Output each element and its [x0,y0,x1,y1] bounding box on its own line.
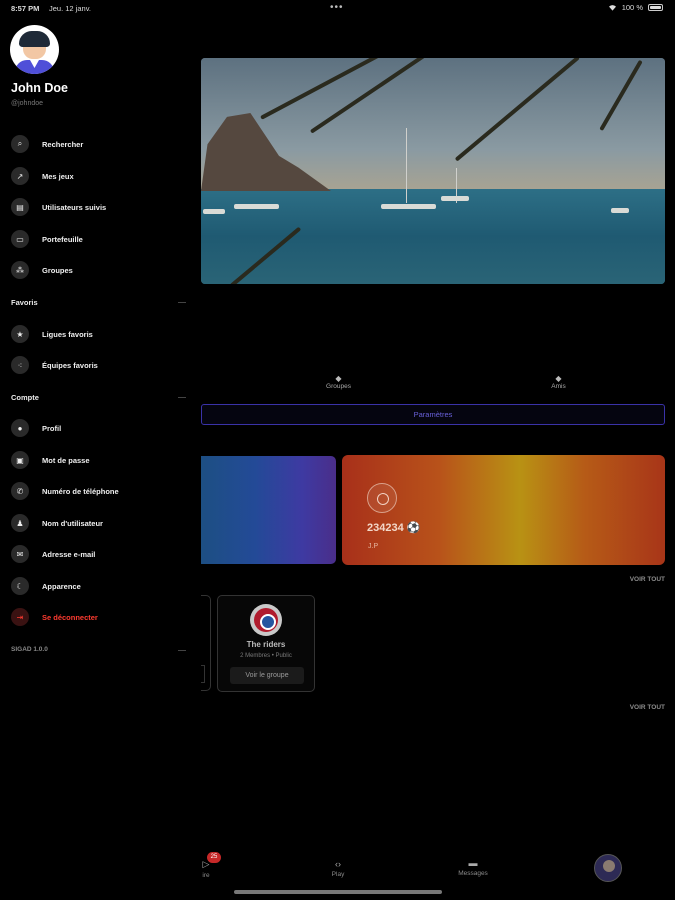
group-name: The riders [246,640,286,649]
nav-item-play[interactable]: ‹› Play [318,859,358,878]
tab-groupes[interactable]: ◆ Groupes [311,374,366,390]
collapse-icon[interactable] [178,397,186,398]
menu-item-portefeuille[interactable]: ▭ Portefeuille [11,230,83,248]
user-name: John Doe [11,81,68,95]
soccer-ball-icon: ⚽ [406,522,421,534]
menu-item-mes-jeux[interactable]: ↗ Mes jeux [11,167,74,185]
multitasking-dots-icon[interactable]: ••• [330,2,344,13]
menu-item-se-deconnecter[interactable]: ⇥ Se déconnecter [11,608,98,626]
side-drawer: John Doe @johndoe ⌕ Rechercher ↗ Mes jeu… [0,0,196,900]
status-bar: 8:57 PM Jeu. 12 janv. ••• 100 % [0,0,675,16]
menu-item-nom-utilisateur[interactable]: ♟ Nom d'utilisateur [11,514,103,532]
home-indicator[interactable] [234,890,442,894]
nav-profile-avatar[interactable] [594,854,622,882]
profile-icon: ● [11,419,29,437]
menu-item-mot-de-passe[interactable]: ▣ Mot de passe [11,451,90,469]
diamond-icon: ◆ [335,374,342,383]
status-date: Jeu. 12 janv. [49,4,91,13]
wifi-icon [608,5,616,11]
voir-tout-link-wallets[interactable]: VOIR TOUT [630,576,665,583]
cover-image [201,58,665,284]
trend-icon: ↗ [11,167,29,185]
menu-item-apparence[interactable]: ☾ Apparence [11,577,81,595]
tab-amis[interactable]: ◆ Amis [531,374,586,390]
wallet-card[interactable]: 234234 ⚽ J.P [342,455,665,565]
menu-item-adresse-email[interactable]: ✉ Adresse e-mail [11,545,95,563]
battery-icon [648,4,663,11]
lock-icon: ▣ [11,451,29,469]
notification-badge: 25 [207,852,221,863]
card-chip-icon [367,483,397,513]
wallet-card-owner: J.P [368,543,379,550]
menu-item-groupes[interactable]: ⁂ Groupes [11,261,73,279]
user-handle: @johndoe [11,100,44,107]
status-right: 100 % [608,3,663,12]
collapse-icon[interactable] [178,302,186,303]
chat-icon: ▬ [468,858,478,868]
star-icon: ★ [11,325,29,343]
users-followed-icon: ▤ [11,198,29,216]
group-card-partial-button[interactable] [201,665,205,683]
menu-item-rechercher[interactable]: ⌕ Rechercher [11,135,83,153]
app-version: SIGAD 1.0.0 [11,646,48,653]
diamond-icon: ◆ [555,374,562,383]
divider [178,650,186,651]
moon-icon: ☾ [11,577,29,595]
wallet-icon: ▭ [11,230,29,248]
profile-tabs: ◆ Groupes ◆ Amis [201,374,665,396]
search-icon: ⌕ [11,135,29,153]
section-favoris: Favoris [11,298,38,307]
menu-item-numero-telephone[interactable]: ✆ Numéro de téléphone [11,482,119,500]
status-time: 8:57 PM [11,4,40,13]
mail-icon: ✉ [11,545,29,563]
wallet-card-number: 234234 ⚽ [367,522,421,534]
menu-item-profil[interactable]: ● Profil [11,419,61,437]
groups-icon: ⁂ [11,261,29,279]
voir-tout-link-groups[interactable]: VOIR TOUT [630,704,665,711]
avatar[interactable] [10,25,59,74]
menu-item-utilisateurs-suivis[interactable]: ▤ Utilisateurs suivis [11,198,106,216]
parametres-button[interactable]: Paramètres [201,404,665,425]
wallet-card-partial[interactable] [201,456,336,564]
group-meta: 2 Membres • Public [240,653,292,659]
menu-item-ligues-favoris[interactable]: ★ Ligues favoris [11,325,93,343]
group-card[interactable]: The riders 2 Membres • Public Voir le gr… [217,595,315,692]
menu-item-equipes-favoris[interactable]: ⁖ Équipes favoris [11,356,98,374]
teams-icon: ⁖ [11,356,29,374]
voir-le-groupe-button[interactable]: Voir le groupe [230,667,304,684]
group-logo [250,604,282,636]
nav-item-messages[interactable]: ▬ Messages [450,858,496,877]
user-icon: ♟ [11,514,29,532]
battery-percent: 100 % [621,3,643,12]
code-icon: ‹› [335,859,341,869]
phone-icon: ✆ [11,482,29,500]
section-compte: Compte [11,393,39,402]
logout-icon: ⇥ [11,608,29,626]
